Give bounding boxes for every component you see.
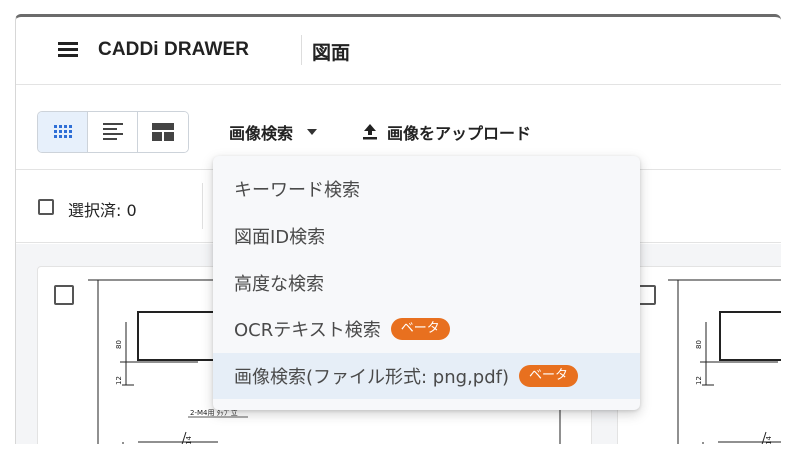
menu-item-ocr-text-search[interactable]: OCRテキスト検索 ベータ <box>213 306 640 352</box>
menu-item-image-search[interactable]: 画像検索(ファイル形式: png,pdf) ベータ <box>213 353 640 399</box>
menu-item-label: 画像検索(ファイル形式: png,pdf) <box>234 367 509 388</box>
menu-item-label: キーワード検索 <box>234 180 360 201</box>
brand-logo[interactable]: CADDi DRAWER <box>98 39 249 61</box>
table-view-button[interactable] <box>138 112 188 152</box>
list-icon <box>102 123 123 140</box>
drawing-thumbnail: 80 12 14 <box>668 279 781 444</box>
app-header: CADDi DRAWER 図面 <box>16 17 781 85</box>
caret-down-icon <box>307 129 318 135</box>
menu-item-drawing-id-search[interactable]: 図面ID検索 <box>213 213 640 259</box>
dim-label-14: 14 <box>765 436 773 444</box>
menu-item-label: OCRテキスト検索 <box>234 320 381 341</box>
menu-item-keyword-search[interactable]: キーワード検索 <box>213 166 640 212</box>
table-icon <box>152 123 174 141</box>
grid-icon <box>53 125 72 138</box>
dim-label-12: 12 <box>115 376 123 385</box>
menu-icon[interactable] <box>58 42 78 57</box>
dim-label-80: 80 <box>695 340 703 349</box>
beta-badge: ベータ <box>390 318 450 340</box>
upload-label: 画像をアップロード <box>387 124 532 143</box>
search-type-label: 画像検索 <box>229 124 294 143</box>
upload-icon <box>363 124 377 140</box>
menu-item-label: 図面ID検索 <box>234 227 326 248</box>
search-type-button[interactable]: 画像検索 <box>229 120 318 144</box>
list-view-button[interactable] <box>88 112 138 152</box>
dim-label-14: 14 <box>185 436 193 444</box>
header-divider <box>301 35 302 65</box>
grid-view-button[interactable] <box>38 112 88 152</box>
view-mode-toggle <box>37 111 189 153</box>
upload-image-button[interactable]: 画像をアップロード <box>363 120 531 144</box>
selection-divider <box>202 183 203 229</box>
menu-item-label: 高度な検索 <box>234 274 324 295</box>
page-title: 図面 <box>312 42 351 64</box>
drawing-card[interactable]: 80 12 14 <box>617 266 781 444</box>
dim-label-80: 80 <box>115 340 123 349</box>
dim-label-12: 12 <box>695 376 703 385</box>
menu-item-advanced-search[interactable]: 高度な検索 <box>213 260 640 306</box>
selected-count: 選択済: 0 <box>68 201 137 220</box>
select-all-checkbox[interactable] <box>38 199 54 215</box>
search-type-dropdown: キーワード検索 図面ID検索 高度な検索 OCRテキスト検索 ベータ 画像検索(… <box>213 156 640 410</box>
beta-badge: ベータ <box>519 365 579 387</box>
